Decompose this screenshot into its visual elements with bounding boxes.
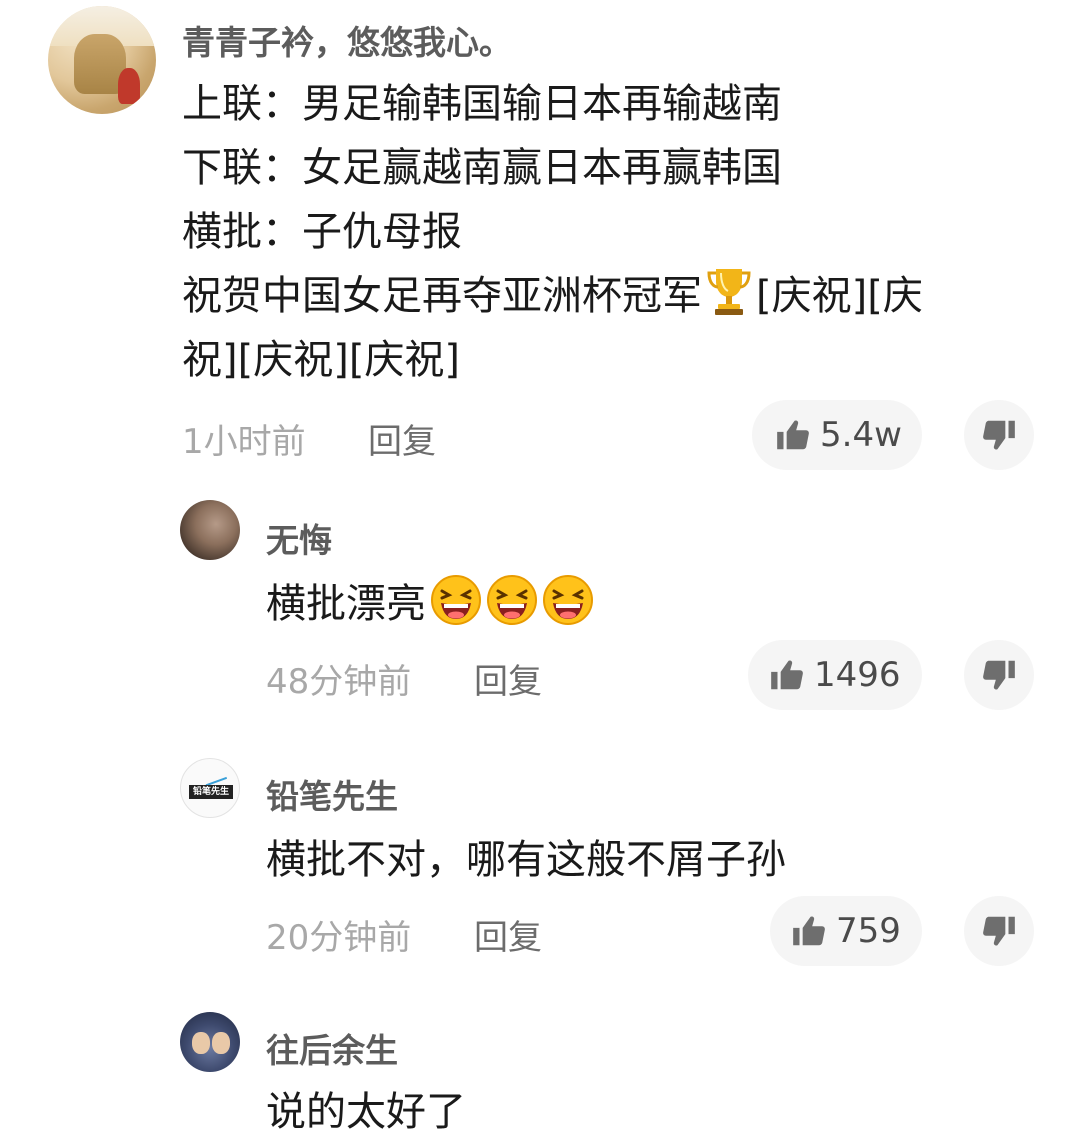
avatar-label: 铅笔先生 — [189, 785, 233, 799]
comment-line: 祝][庆祝][庆祝] — [182, 337, 461, 383]
username[interactable]: 往后余生 — [266, 1024, 398, 1072]
comment-line: 说的太好了 — [266, 1089, 466, 1135]
dislike-button[interactable] — [964, 400, 1034, 470]
laughing-emoji — [543, 575, 593, 625]
avatar-figure — [192, 1032, 210, 1054]
reply-comment: 往后余生 说的太好了 — [0, 1000, 1080, 1145]
like-button[interactable]: 5.4w — [752, 400, 922, 470]
comment-text: 横批漂亮 — [266, 572, 594, 636]
thumbs-up-icon — [793, 916, 825, 946]
like-button[interactable]: 1496 — [748, 640, 922, 710]
reply-button[interactable]: 回复 — [368, 414, 436, 463]
avatar[interactable]: 铅笔先生 — [180, 758, 240, 818]
comment-line-suffix: [庆祝][庆 — [756, 273, 923, 319]
thumbs-down-icon — [983, 660, 1015, 690]
avatar[interactable] — [180, 1012, 240, 1072]
comment-line-with-emoji: 祝贺中国女足再夺亚洲杯冠军 [庆祝][庆 — [182, 264, 923, 328]
timestamp: 1小时前 — [182, 422, 306, 462]
like-button[interactable]: 759 — [770, 896, 922, 966]
trophy-emoji — [707, 269, 751, 315]
comment-text: 说的太好了 — [266, 1080, 466, 1144]
main-comment: 青青子衿，悠悠我心。 上联：男足输韩国输日本再输越南 下联：女足赢越南赢日本再赢… — [0, 0, 1080, 480]
comment-text: 横批不对，哪有这般不屑子孙 — [266, 828, 786, 892]
like-count: 1496 — [814, 655, 901, 695]
laughing-emoji — [431, 575, 481, 625]
comment-text: 上联：男足输韩国输日本再输越南 下联：女足赢越南赢日本再赢韩国 横批：子仇母报 … — [182, 72, 923, 392]
comment-line: 上联：男足输韩国输日本再输越南 — [182, 81, 782, 127]
like-count: 5.4w — [820, 415, 902, 455]
avatar-figure — [212, 1032, 230, 1054]
comment-line: 横批不对，哪有这般不屑子孙 — [266, 837, 786, 883]
comment-line: 下联：女足赢越南赢日本再赢韩国 — [182, 145, 782, 191]
laughing-emoji — [487, 575, 537, 625]
thumbs-up-icon — [771, 660, 803, 690]
reply-comment: 铅笔先生 铅笔先生 横批不对，哪有这般不屑子孙 20分钟前 回复 759 — [0, 740, 1080, 1000]
like-count: 759 — [836, 911, 901, 951]
avatar-person — [118, 68, 140, 104]
comment-line: 祝贺中国女足再夺亚洲杯冠军 — [182, 273, 702, 319]
timestamp: 20分钟前 — [266, 918, 412, 958]
comment-line: 横批漂亮 — [266, 581, 426, 627]
timestamp: 48分钟前 — [266, 662, 412, 702]
pen-icon — [200, 763, 228, 787]
reply-comment: 无悔 横批漂亮 48分钟前 回复 1496 — [0, 480, 1080, 740]
username[interactable]: 铅笔先生 — [266, 770, 398, 818]
dislike-button[interactable] — [964, 640, 1034, 710]
dislike-button[interactable] — [964, 896, 1034, 966]
reply-button[interactable]: 回复 — [474, 910, 542, 959]
comment-line: 横批：子仇母报 — [182, 209, 462, 255]
avatar[interactable] — [180, 500, 240, 560]
username[interactable]: 无悔 — [266, 514, 332, 562]
username[interactable]: 青青子衿，悠悠我心。 — [182, 16, 512, 64]
reply-button[interactable]: 回复 — [474, 654, 542, 703]
thumbs-up-icon — [777, 420, 809, 450]
thumbs-down-icon — [983, 916, 1015, 946]
thumbs-down-icon — [983, 420, 1015, 450]
avatar[interactable] — [48, 6, 156, 114]
